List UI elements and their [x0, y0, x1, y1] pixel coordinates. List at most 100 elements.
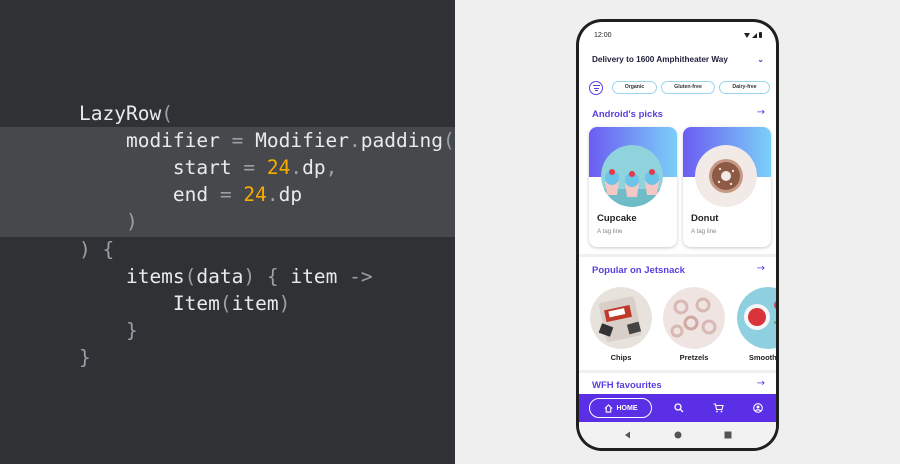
- filter-chip-gluten-free[interactable]: Gluten-free: [661, 81, 715, 94]
- code-number-token: 24: [266, 156, 291, 179]
- code-token: items: [79, 265, 185, 288]
- code-number-token: 24: [243, 183, 267, 206]
- code-punctuation-token: =: [243, 156, 256, 179]
- code-panel: LazyRow( modifier = Modifier.padding( st…: [0, 0, 455, 464]
- pick-tagline: A tag line: [597, 228, 623, 235]
- code-line: modifier = Modifier.padding(: [79, 127, 455, 154]
- chips-image[interactable]: [590, 287, 652, 349]
- arrow-right-icon[interactable]: →: [757, 378, 765, 389]
- code-punctuation-token: ) {: [79, 238, 115, 261]
- search-icon[interactable]: [674, 403, 684, 413]
- pick-card-donut[interactable]: Donut A tag line: [683, 127, 771, 247]
- back-icon[interactable]: [624, 431, 632, 439]
- chevron-down-icon[interactable]: ⌄: [757, 55, 764, 64]
- bottom-navigation: HOME: [579, 394, 776, 422]
- code-token: data: [196, 265, 244, 288]
- code-token: Item: [79, 292, 220, 315]
- code-punctuation-token: .: [349, 129, 361, 152]
- code-token: item: [278, 265, 350, 288]
- snack-label: Smoothies: [748, 353, 776, 362]
- code-punctuation-token: (: [161, 102, 173, 125]
- code-token: Modifier: [243, 129, 350, 152]
- filter-row: Organic Gluten-free Dairy-free: [589, 80, 776, 96]
- filter-icon[interactable]: [589, 81, 603, 95]
- pretzels-image[interactable]: [663, 287, 725, 349]
- code-punctuation-token: ): [278, 292, 291, 315]
- code-line: LazyRow(: [79, 100, 173, 127]
- section-divider: [579, 370, 776, 373]
- code-line: }: [79, 317, 138, 344]
- delivery-address-selector[interactable]: Delivery to 1600 Amphitheater Way ⌄: [592, 55, 764, 69]
- signal-icon: [752, 32, 757, 38]
- arrow-right-icon[interactable]: →: [757, 107, 765, 118]
- code-token: end: [79, 183, 220, 206]
- code-punctuation-token: (: [219, 292, 232, 315]
- code-line: end = 24.dp: [79, 181, 302, 208]
- donut-image: [695, 145, 757, 207]
- code-punctuation-token: =: [219, 183, 232, 206]
- phone-frame: 12:00 Delivery to 1600 Amphitheater Way …: [576, 19, 779, 451]
- pick-card-cupcake[interactable]: Cupcake A tag line: [589, 127, 677, 247]
- smoothies-image[interactable]: [737, 287, 776, 349]
- cupcake-image: [601, 145, 663, 207]
- home-icon: [604, 403, 612, 413]
- filter-chip-dairy-free[interactable]: Dairy-free: [719, 81, 770, 94]
- code-punctuation-token: (: [442, 129, 455, 152]
- code-punctuation-token: .: [266, 183, 279, 206]
- code-punctuation-token: ,: [325, 156, 338, 179]
- nav-home-label: HOME: [616, 404, 638, 412]
- home-gesture-icon[interactable]: [674, 431, 682, 439]
- phone-area: 12:00 Delivery to 1600 Amphitheater Way …: [455, 0, 900, 464]
- section-title-androids-picks: Android's picks: [592, 109, 663, 120]
- code-token: LazyRow: [79, 102, 162, 125]
- snack-label: Pretzels: [679, 353, 709, 362]
- snack-label: Chips: [610, 353, 632, 362]
- code-token: dp: [302, 156, 326, 179]
- section-title-wfh: WFH favourites: [592, 380, 662, 391]
- delivery-address-label: Delivery to 1600 Amphitheater Way: [592, 55, 728, 64]
- code-punctuation-token: ): [243, 265, 256, 288]
- code-line: ) {: [79, 236, 114, 263]
- filter-chip-organic[interactable]: Organic: [612, 81, 657, 94]
- code-token: start: [79, 156, 244, 179]
- code-punctuation-token: ->: [349, 265, 373, 288]
- code-token: dp: [278, 183, 303, 206]
- code-punctuation-token: {: [266, 265, 279, 288]
- recents-icon[interactable]: [724, 431, 732, 439]
- code-token: padding: [360, 129, 443, 152]
- code-line: Item(item): [79, 290, 290, 317]
- code-punctuation-token: ): [125, 210, 138, 233]
- code-punctuation-token: =: [231, 129, 244, 152]
- code-line: }: [79, 344, 91, 371]
- battery-icon: [759, 32, 762, 38]
- nav-home-button[interactable]: HOME: [589, 398, 652, 418]
- code-punctuation-token: }: [79, 346, 91, 369]
- code-punctuation-token: .: [290, 156, 303, 179]
- status-bar: 12:00: [579, 22, 776, 46]
- code-line: items(data) { item ->: [79, 263, 373, 290]
- status-time: 12:00: [594, 32, 612, 39]
- wifi-icon: [744, 32, 750, 38]
- code-line: ): [79, 208, 138, 235]
- code-token: item: [231, 292, 279, 315]
- section-divider: [579, 254, 776, 257]
- cart-icon[interactable]: [713, 403, 724, 413]
- profile-icon[interactable]: [753, 403, 763, 413]
- pick-tagline: A tag line: [691, 228, 717, 235]
- code-punctuation-token: }: [125, 319, 138, 342]
- system-navigation-bar: [579, 422, 776, 448]
- code-token: modifier: [79, 129, 232, 152]
- code-line: start = 24.dp,: [79, 154, 337, 181]
- pick-name: Cupcake: [597, 213, 637, 224]
- phone-screen: 12:00 Delivery to 1600 Amphitheater Way …: [579, 22, 776, 448]
- section-title-popular: Popular on Jetsnack: [592, 265, 685, 276]
- status-icons: [744, 32, 762, 38]
- code-punctuation-token: (: [184, 265, 197, 288]
- pick-name: Donut: [691, 213, 719, 224]
- arrow-right-icon[interactable]: →: [757, 263, 765, 274]
